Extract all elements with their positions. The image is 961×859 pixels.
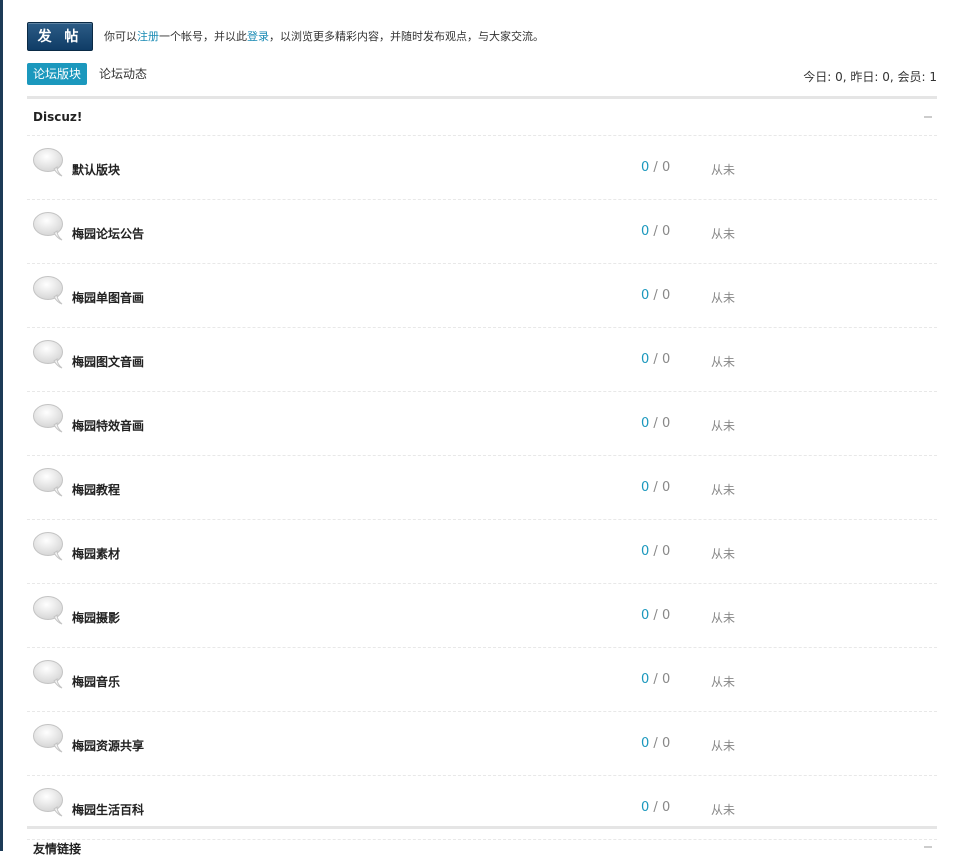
forum-name-link[interactable]: 梅园素材 [72, 545, 120, 562]
forum-counts: 0 / 0 [641, 224, 670, 239]
post-count: 0 [661, 224, 671, 239]
forum-bubble-icon [33, 596, 63, 625]
post-count: 0 [661, 608, 671, 623]
category-title[interactable]: Discuz! [33, 110, 82, 124]
forum-counts: 0 / 0 [641, 544, 670, 559]
last-post: 从未 [711, 547, 736, 561]
forum-counts: 0 / 0 [641, 800, 670, 815]
links-category-title[interactable]: 友情链接 [33, 840, 81, 857]
last-post: 从未 [711, 419, 736, 433]
count-separator: / [649, 288, 662, 303]
forum-name-link[interactable]: 梅园教程 [72, 481, 120, 498]
count-separator: / [649, 672, 662, 687]
count-separator: / [649, 224, 662, 239]
category-panel: Discuz! 默认版块 0 / 0 从未 梅园论坛公告 0 / 0 从未 梅园单图音画 0 … [27, 96, 937, 840]
last-post: 从未 [711, 675, 736, 689]
forum-list: 默认版块 0 / 0 从未 梅园论坛公告 0 / 0 从未 梅园单图音画 0 / 0 从未 梅园图… [27, 136, 937, 840]
welcome-suffix: ，以浏览更多精彩内容，并随时发布观点，与大家交流。 [269, 30, 544, 43]
forum-name-link[interactable]: 梅园图文音画 [72, 353, 144, 370]
forum-counts: 0 / 0 [641, 288, 670, 303]
count-separator: / [649, 736, 662, 751]
top-bar: 发 帖 你可以注册一个帐号，并以此登录，以浏览更多精彩内容，并随时发布观点，与大… [27, 21, 544, 51]
collapse-icon[interactable] [924, 116, 932, 118]
forum-counts: 0 / 0 [641, 608, 670, 623]
links-category-header: 友情链接 [27, 826, 937, 859]
forum-name-link[interactable]: 梅园资源共享 [72, 737, 144, 754]
collapse-icon[interactable] [924, 846, 932, 848]
count-separator: / [649, 352, 662, 367]
forum-counts: 0 / 0 [641, 736, 670, 751]
tab-forum-sections[interactable]: 论坛版块 [27, 63, 88, 85]
forum-bubble-icon [33, 660, 63, 689]
post-count: 0 [661, 736, 671, 751]
last-post: 从未 [711, 739, 736, 753]
login-link[interactable]: 登录 [247, 30, 269, 43]
new-post-button[interactable]: 发 帖 [27, 21, 93, 51]
forum-stats: 今日: 0, 昨日: 0, 会员: 1 [803, 70, 937, 84]
welcome-prefix: 你可以 [104, 30, 137, 43]
forum-row: 梅园摄影 0 / 0 从未 [27, 584, 937, 648]
last-post: 从未 [711, 227, 736, 241]
forum-row: 梅园教程 0 / 0 从未 [27, 456, 937, 520]
count-separator: / [649, 416, 662, 431]
forum-row: 梅园论坛公告 0 / 0 从未 [27, 200, 937, 264]
forum-bubble-icon [33, 468, 63, 497]
forum-name-link[interactable]: 梅园生活百科 [72, 801, 144, 818]
post-count: 0 [661, 160, 671, 175]
forum-row: 梅园资源共享 0 / 0 从未 [27, 712, 937, 776]
welcome-message: 你可以注册一个帐号，并以此登录，以浏览更多精彩内容，并随时发布观点，与大家交流。 [104, 28, 544, 44]
register-link[interactable]: 注册 [137, 30, 159, 43]
last-post: 从未 [711, 291, 736, 305]
forum-name-link[interactable]: 梅园特效音画 [72, 417, 144, 434]
count-separator: / [649, 608, 662, 623]
forum-name-link[interactable]: 默认版块 [72, 161, 120, 178]
forum-bubble-icon [33, 212, 63, 241]
post-count: 0 [661, 800, 671, 815]
tab-forum-activity[interactable]: 论坛动态 [93, 63, 153, 85]
forum-name-link[interactable]: 梅园单图音画 [72, 289, 144, 306]
forum-row: 默认版块 0 / 0 从未 [27, 136, 937, 200]
category-header: Discuz! [27, 96, 937, 136]
forum-bubble-icon [33, 276, 63, 305]
forum-bubble-icon [33, 788, 63, 817]
count-separator: / [649, 544, 662, 559]
page-left-border [0, 0, 3, 851]
last-post: 从未 [711, 803, 736, 817]
last-post: 从未 [711, 611, 736, 625]
forum-counts: 0 / 0 [641, 416, 670, 431]
forum-name-link[interactable]: 梅园论坛公告 [72, 225, 144, 242]
welcome-mid: 一个帐号，并以此 [159, 30, 247, 43]
forum-bubble-icon [33, 404, 63, 433]
last-post: 从未 [711, 355, 736, 369]
forum-counts: 0 / 0 [641, 672, 670, 687]
post-count: 0 [661, 480, 671, 495]
forum-name-link[interactable]: 梅园音乐 [72, 673, 120, 690]
count-separator: / [649, 480, 662, 495]
forum-bubble-icon [33, 724, 63, 753]
forum-tabs: 论坛版块 论坛动态 [27, 63, 159, 85]
forum-bubble-icon [33, 340, 63, 369]
forum-row: 梅园图文音画 0 / 0 从未 [27, 328, 937, 392]
forum-name-link[interactable]: 梅园摄影 [72, 609, 120, 626]
forum-counts: 0 / 0 [641, 352, 670, 367]
forum-bubble-icon [33, 148, 63, 177]
forum-row: 梅园单图音画 0 / 0 从未 [27, 264, 937, 328]
last-post: 从未 [711, 483, 736, 497]
count-separator: / [649, 800, 662, 815]
forum-row: 梅园特效音画 0 / 0 从未 [27, 392, 937, 456]
post-count: 0 [661, 352, 671, 367]
forum-row: 梅园音乐 0 / 0 从未 [27, 648, 937, 712]
forum-bubble-icon [33, 532, 63, 561]
last-post: 从未 [711, 163, 736, 177]
count-separator: / [649, 160, 662, 175]
post-count: 0 [661, 544, 671, 559]
post-count: 0 [661, 416, 671, 431]
forum-counts: 0 / 0 [641, 480, 670, 495]
forum-row: 梅园素材 0 / 0 从未 [27, 520, 937, 584]
forum-counts: 0 / 0 [641, 160, 670, 175]
post-count: 0 [661, 672, 671, 687]
post-count: 0 [661, 288, 671, 303]
